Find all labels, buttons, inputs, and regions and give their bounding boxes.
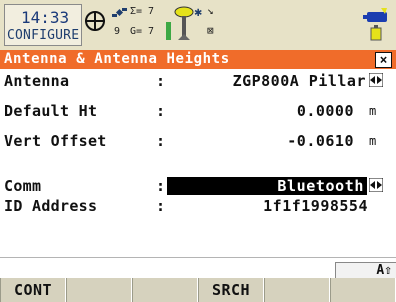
vert-offset-row[interactable]: Vert Offset : -0.0610 m bbox=[0, 132, 396, 154]
vert-offset-label: Vert Offset bbox=[4, 132, 107, 150]
mode-label: CONFIGURE bbox=[7, 28, 80, 43]
glonass-count: G= 7 bbox=[130, 26, 155, 37]
status-bar: 14:33 CONFIGURE 9 Σ= 7 G= 7 ✱ ↘ ⊠ bbox=[0, 0, 396, 51]
list-arrows-icon[interactable] bbox=[369, 73, 383, 87]
antenna-value[interactable]: ZGP800A Pillar bbox=[233, 72, 366, 90]
f4-srch-button[interactable]: SRCH bbox=[198, 278, 264, 302]
clock-time: 14:33 bbox=[21, 8, 70, 27]
default-ht-label: Default Ht bbox=[4, 102, 98, 120]
close-icon: × bbox=[379, 52, 388, 68]
antenna-label: Antenna bbox=[4, 72, 70, 90]
f3-button[interactable] bbox=[132, 278, 198, 302]
divider bbox=[0, 257, 396, 258]
close-button[interactable]: × bbox=[375, 52, 392, 68]
id-address-row[interactable]: ID Address : 1f1f1998554 bbox=[0, 197, 396, 219]
comm-label: Comm bbox=[4, 177, 42, 195]
list-arrows-icon[interactable] bbox=[369, 178, 383, 192]
comm-row[interactable]: Comm : Bluetooth bbox=[0, 177, 396, 199]
link-icon: ↘ bbox=[207, 4, 214, 17]
f2-button[interactable] bbox=[66, 278, 132, 302]
satellite-status: 9 Σ= 7 G= 7 ✱ ↘ ⊠ bbox=[112, 4, 222, 44]
sv-number: 9 bbox=[114, 26, 121, 37]
comm-value: Bluetooth bbox=[277, 177, 364, 195]
screen: 14:33 CONFIGURE 9 Σ= 7 G= 7 ✱ ↘ ⊠ Antenn… bbox=[0, 0, 396, 302]
default-ht-value[interactable]: 0.0000 bbox=[297, 102, 354, 120]
signal-bar-icon bbox=[166, 22, 171, 40]
f6-button[interactable] bbox=[330, 278, 396, 302]
crosshair-icon bbox=[85, 11, 105, 31]
title-bar: Antenna & Antenna Heights × bbox=[0, 50, 396, 69]
function-key-bar: CONT SRCH bbox=[0, 278, 396, 302]
id-address-value[interactable]: 1f1f1998554 bbox=[263, 197, 368, 215]
f1-cont-button[interactable]: CONT bbox=[0, 278, 66, 302]
time-mode-box: 14:33 CONFIGURE bbox=[4, 4, 82, 46]
vert-offset-unit: m bbox=[369, 134, 377, 148]
colon: : bbox=[156, 72, 166, 90]
vert-offset-value[interactable]: -0.0610 bbox=[287, 132, 354, 150]
shift-label: A⇧ bbox=[376, 263, 392, 278]
battery-icon bbox=[363, 8, 387, 41]
f5-button[interactable] bbox=[264, 278, 330, 302]
antenna-row[interactable]: Antenna : ZGP800A Pillar bbox=[0, 72, 396, 94]
colon: : bbox=[156, 197, 166, 215]
radio-link-icon: ⊠ bbox=[207, 24, 214, 37]
comm-selected-field[interactable]: Bluetooth bbox=[167, 177, 367, 195]
gps-count: Σ= 7 bbox=[130, 6, 155, 17]
antenna-radio-icon: ✱ bbox=[174, 6, 202, 40]
default-ht-unit: m bbox=[369, 104, 377, 118]
satellite-icon bbox=[112, 8, 127, 17]
colon: : bbox=[156, 132, 166, 150]
id-address-label: ID Address bbox=[4, 197, 98, 215]
svg-text:✱: ✱ bbox=[194, 8, 202, 19]
colon: : bbox=[156, 177, 166, 195]
colon: : bbox=[156, 102, 166, 120]
default-ht-row[interactable]: Default Ht : 0.0000 m bbox=[0, 102, 396, 124]
page-title: Antenna & Antenna Heights bbox=[4, 51, 230, 67]
